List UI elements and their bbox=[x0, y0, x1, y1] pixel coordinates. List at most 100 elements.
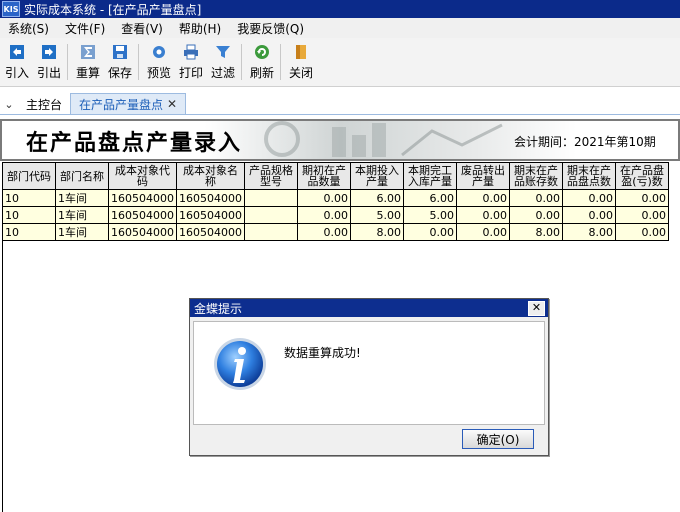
table-cell[interactable]: 0.00 bbox=[456, 206, 510, 224]
filter-icon bbox=[215, 44, 231, 60]
banner-decoration-image bbox=[264, 121, 503, 157]
table-cell[interactable] bbox=[244, 206, 298, 224]
tab-wip-count[interactable]: 在产品产量盘点 ✕ bbox=[70, 93, 187, 114]
preview-button[interactable]: 预览 bbox=[144, 38, 174, 82]
table-cell[interactable]: 160504000 bbox=[108, 223, 177, 241]
table-cell[interactable]: 8.00 bbox=[562, 223, 616, 241]
toolbar: 引入 引出 重算 保存 预览 打印 过滤 刷新 关闭 bbox=[0, 38, 680, 87]
recalc-button[interactable]: 重算 bbox=[73, 38, 103, 82]
page-banner: 在产品盘点产量录入 会计期间：2021年第10期 bbox=[0, 119, 680, 161]
table-cell[interactable]: 10 bbox=[2, 206, 56, 224]
column-header[interactable]: 部门代码 bbox=[2, 162, 56, 190]
table-cell[interactable]: 160504000 bbox=[108, 206, 177, 224]
refresh-icon bbox=[254, 44, 270, 60]
filter-label: 过滤 bbox=[210, 66, 235, 80]
refresh-button[interactable]: 刷新 bbox=[247, 38, 277, 82]
ok-button[interactable]: 确定(O) bbox=[462, 429, 534, 449]
tab-list-chevron-icon[interactable]: ⌄ bbox=[0, 94, 18, 114]
table-cell[interactable]: 6.00 bbox=[403, 189, 457, 207]
accounting-period: 会计期间：2021年第10期 bbox=[514, 135, 656, 149]
table-cell[interactable]: 160504000 bbox=[176, 223, 245, 241]
table-cell[interactable]: 0.00 bbox=[562, 206, 616, 224]
table-cell[interactable]: 8.00 bbox=[509, 223, 563, 241]
table-cell[interactable]: 1车间 bbox=[55, 206, 109, 224]
table-row[interactable]: 10 1车间 160504000 160504000 0.00 6.00 6.0… bbox=[2, 189, 669, 207]
export-button[interactable]: 引出 bbox=[34, 38, 64, 82]
table-cell[interactable]: 1车间 bbox=[55, 223, 109, 241]
preview-icon bbox=[151, 44, 167, 60]
table-row[interactable]: 10 1车间 160504000 160504000 0.00 5.00 5.0… bbox=[2, 206, 669, 224]
table-cell[interactable]: 10 bbox=[2, 223, 56, 241]
preview-label: 预览 bbox=[146, 66, 171, 80]
grid-header-row: 部门代码 部门名称 成本对象代码 成本对象名称 产品规格型号 期初在产品数量 本… bbox=[2, 162, 669, 190]
table-cell[interactable]: 0.00 bbox=[456, 189, 510, 207]
table-cell[interactable]: 0.00 bbox=[297, 206, 351, 224]
table-cell[interactable]: 10 bbox=[2, 189, 56, 207]
tab-close-icon[interactable]: ✕ bbox=[167, 97, 177, 111]
table-cell[interactable]: 160504000 bbox=[176, 189, 245, 207]
exit-door-icon bbox=[293, 44, 309, 60]
import-button[interactable]: 引入 bbox=[2, 38, 32, 82]
dialog-close-icon[interactable]: ✕ bbox=[528, 300, 545, 316]
data-grid: 部门代码 部门名称 成本对象代码 成本对象名称 产品规格型号 期初在产品数量 本… bbox=[2, 162, 669, 241]
dialog-title: 金蝶提示 bbox=[194, 301, 243, 316]
menu-file[interactable]: 文件(F) bbox=[57, 20, 113, 37]
table-cell[interactable]: 0.00 bbox=[615, 189, 669, 207]
table-cell[interactable]: 0.00 bbox=[562, 189, 616, 207]
close-button[interactable]: 关闭 bbox=[286, 38, 316, 82]
column-header[interactable]: 废品转出产量 bbox=[456, 162, 510, 190]
table-cell[interactable]: 160504000 bbox=[176, 206, 245, 224]
column-header[interactable]: 成本对象代码 bbox=[108, 162, 177, 190]
print-button[interactable]: 打印 bbox=[176, 38, 206, 82]
table-cell[interactable]: 0.00 bbox=[615, 206, 669, 224]
table-cell[interactable]: 6.00 bbox=[350, 189, 404, 207]
dialog-body: 数据重算成功! bbox=[193, 321, 545, 425]
table-cell[interactable]: 0.00 bbox=[456, 223, 510, 241]
column-header[interactable]: 在产品盘盈(亏)数 bbox=[615, 162, 669, 190]
table-cell[interactable]: 0.00 bbox=[403, 223, 457, 241]
table-cell[interactable]: 0.00 bbox=[615, 223, 669, 241]
refresh-label: 刷新 bbox=[249, 66, 274, 80]
tabbar: ⌄ 主控台 在产品产量盘点 ✕ bbox=[0, 92, 680, 115]
menu-view[interactable]: 查看(V) bbox=[113, 20, 171, 37]
app-logo-icon: KIS bbox=[2, 1, 20, 17]
column-header[interactable]: 本期完工入库产量 bbox=[403, 162, 457, 190]
import-icon bbox=[9, 44, 25, 60]
column-header[interactable]: 本期投入产量 bbox=[350, 162, 404, 190]
table-cell[interactable] bbox=[244, 189, 298, 207]
menu-help[interactable]: 帮助(H) bbox=[171, 20, 229, 37]
table-cell[interactable]: 0.00 bbox=[297, 189, 351, 207]
table-row[interactable]: 10 1车间 160504000 160504000 0.00 8.00 0.0… bbox=[2, 223, 669, 241]
table-cell[interactable]: 0.00 bbox=[297, 223, 351, 241]
recalc-label: 重算 bbox=[75, 66, 100, 80]
dialog-titlebar[interactable]: 金蝶提示 ✕ bbox=[190, 299, 548, 317]
column-header[interactable]: 期初在产品数量 bbox=[297, 162, 351, 190]
toolbar-separator bbox=[241, 44, 242, 80]
close-label: 关闭 bbox=[288, 66, 313, 80]
column-header[interactable]: 成本对象名称 bbox=[176, 162, 245, 190]
menu-system[interactable]: 系统(S) bbox=[0, 20, 57, 37]
toolbar-separator bbox=[67, 44, 68, 80]
table-cell[interactable]: 0.00 bbox=[509, 189, 563, 207]
table-cell[interactable]: 0.00 bbox=[509, 206, 563, 224]
grid-left-border bbox=[2, 232, 3, 512]
menu-feedback[interactable]: 我要反馈(Q) bbox=[229, 20, 312, 37]
toolbar-separator bbox=[138, 44, 139, 80]
save-button[interactable]: 保存 bbox=[105, 38, 135, 82]
table-cell[interactable]: 5.00 bbox=[403, 206, 457, 224]
table-cell[interactable]: 160504000 bbox=[108, 189, 177, 207]
column-header[interactable]: 期末在产品账存数 bbox=[509, 162, 563, 190]
table-cell[interactable]: 1车间 bbox=[55, 189, 109, 207]
tab-home-label: 主控台 bbox=[26, 97, 63, 112]
app-title: 实际成本系统 - [在产品产量盘点] bbox=[24, 2, 202, 17]
tab-home[interactable]: 主控台 bbox=[18, 94, 70, 114]
column-header[interactable]: 期末在产品盘点数 bbox=[562, 162, 616, 190]
toolbar-separator bbox=[280, 44, 281, 80]
table-cell[interactable]: 5.00 bbox=[350, 206, 404, 224]
message-dialog: 金蝶提示 ✕ 数据重算成功! 确定(O) bbox=[189, 298, 549, 456]
table-cell[interactable]: 8.00 bbox=[350, 223, 404, 241]
column-header[interactable]: 部门名称 bbox=[55, 162, 109, 190]
table-cell[interactable] bbox=[244, 223, 298, 241]
filter-button[interactable]: 过滤 bbox=[208, 38, 238, 82]
column-header[interactable]: 产品规格型号 bbox=[244, 162, 298, 190]
